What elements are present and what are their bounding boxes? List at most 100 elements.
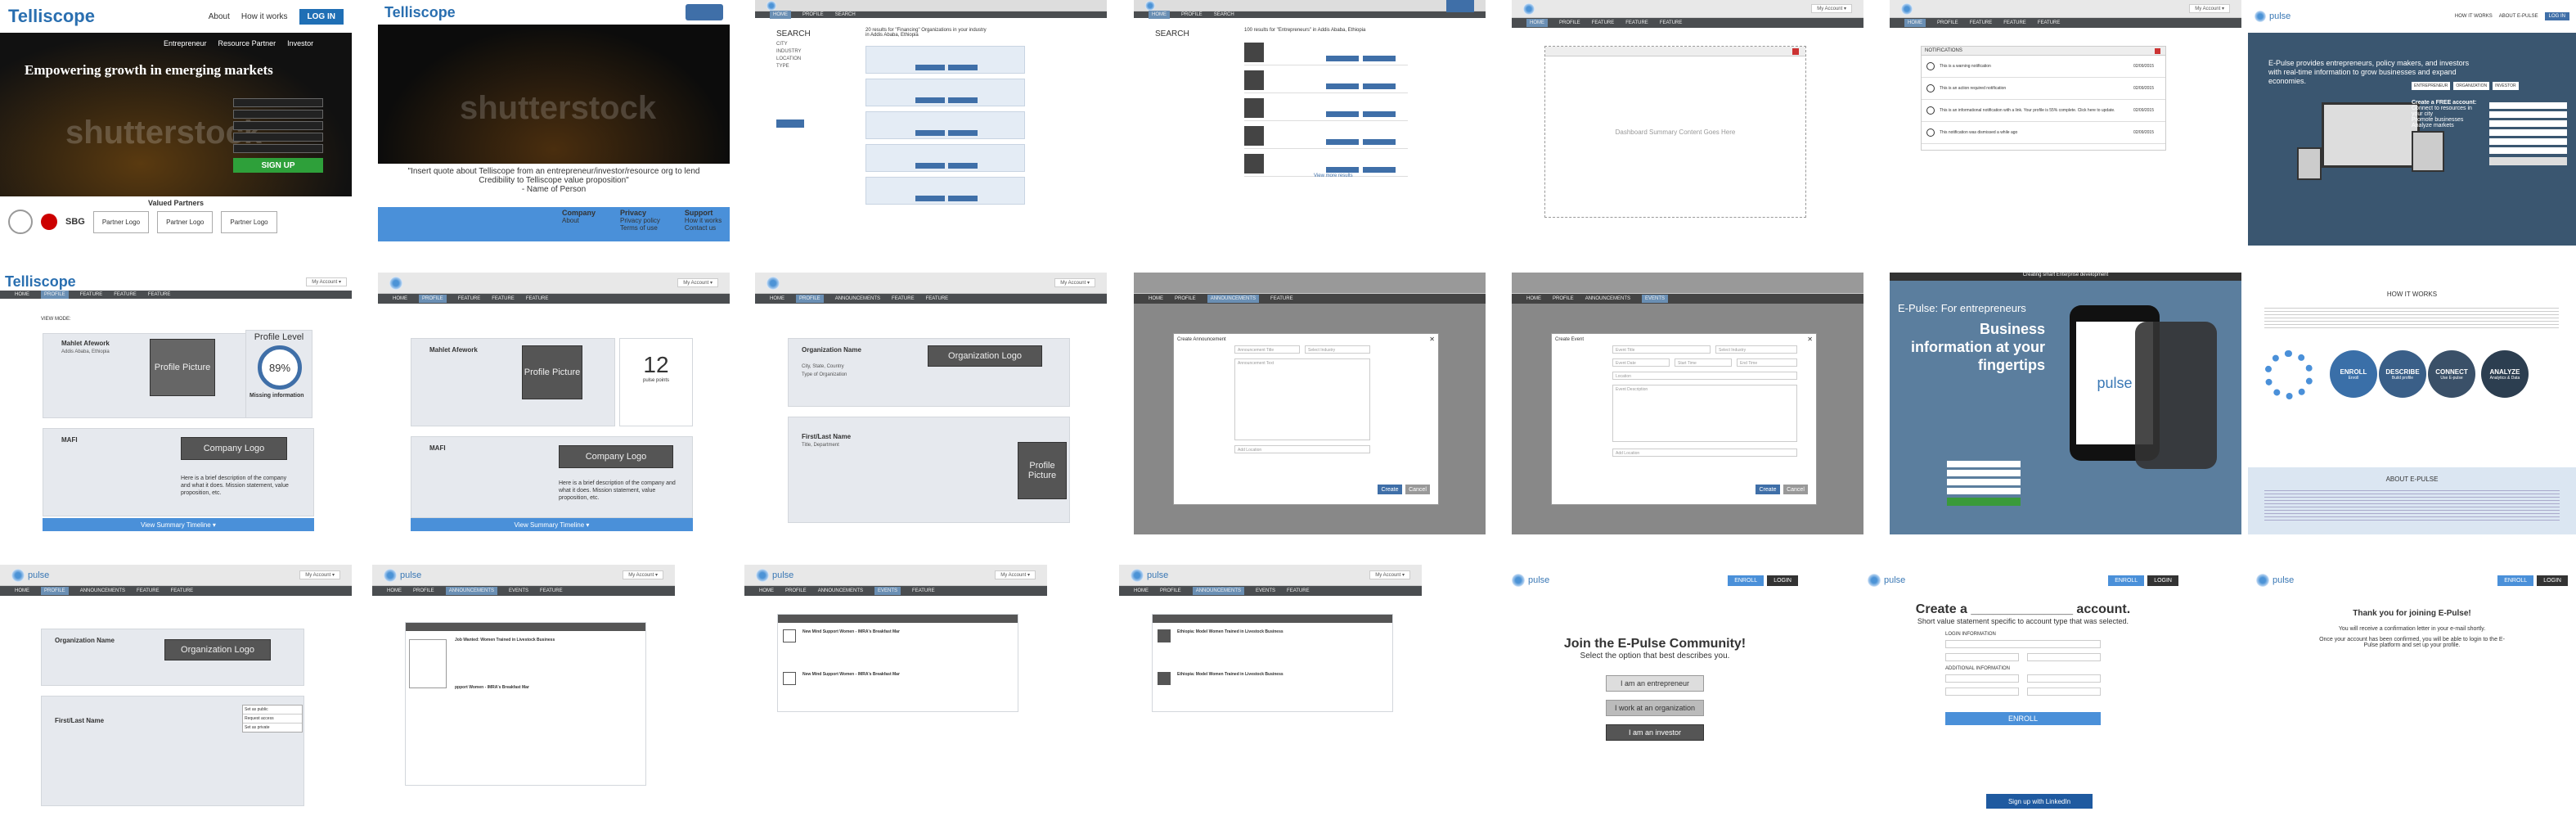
person-row[interactable] [1244,69,1408,93]
close-icon[interactable] [2155,48,2160,54]
end-time-input[interactable]: End Time [1737,358,1797,367]
timeline-button[interactable]: View Summary Timeline ▾ [43,518,314,531]
nav-item[interactable]: HOME [15,588,29,593]
nav-resource[interactable]: Resource Partner [218,39,276,47]
field-2[interactable] [2489,111,2567,118]
event-date-input[interactable]: Event Date [1612,358,1670,367]
notification-item[interactable]: This is an action required notification 0… [1922,78,2165,100]
login-button[interactable]: LOG IN [299,8,344,25]
event-1[interactable]: New Mind Support Women - IMRA's Breakfas… [802,629,900,634]
field-1[interactable] [2489,102,2567,109]
timeline-button[interactable]: View Summary Timeline ▾ [411,518,693,531]
add-location-input[interactable]: Add Location [1612,449,1797,457]
first-name-input[interactable] [1945,674,2019,683]
close-icon[interactable]: ✕ [1429,336,1435,343]
result-action[interactable] [915,97,945,103]
ann-1[interactable]: Ethiopia: Model Women Trained in Livesto… [1177,629,1284,634]
result-action[interactable] [915,196,945,201]
more-link[interactable]: View more results [1314,174,1353,178]
result-action[interactable] [948,130,978,136]
footer-privacy-policy[interactable]: Privacy policy [620,217,660,224]
create-button[interactable]: Create [1378,485,1402,494]
nav-item[interactable]: PROFILE [41,587,69,595]
ad-field-4[interactable] [1947,488,2021,494]
header-action[interactable] [1446,0,1474,12]
location-input[interactable]: Location [1612,372,1797,380]
role-organization[interactable]: ORGANIZATION [2453,82,2490,90]
connect-button[interactable] [1326,83,1359,89]
repeat-password-input[interactable] [2027,653,2101,661]
role-investor[interactable]: INVESTOR [2493,82,2519,90]
nav-item[interactable]: ANNOUNCEMENTS [80,588,125,593]
result-card[interactable] [865,79,1025,106]
create-button[interactable]: Create [1756,485,1780,494]
connect-button[interactable] [1326,56,1359,61]
nav-item[interactable]: FEATURE [137,588,160,593]
nav-item[interactable]: FEATURE [1660,20,1683,25]
account-menu[interactable]: My Account ▾ [623,570,663,579]
enroll-button[interactable]: ENROLL [1728,575,1765,586]
account-menu[interactable]: My Account ▾ [677,278,718,287]
account-menu[interactable]: My Account ▾ [299,570,340,579]
privacy-public[interactable]: Set as public [243,706,302,715]
footer-how[interactable]: How it works [685,217,722,224]
nav-how[interactable]: How it works [241,12,288,21]
event-title-input[interactable]: Event Title [1612,345,1711,354]
notification-item[interactable]: This is a warning notification 02/09/2015 [1922,56,2165,78]
header-button[interactable] [686,4,723,20]
result-card[interactable] [865,111,1025,139]
message-button[interactable] [1363,139,1396,145]
input-3[interactable] [233,121,323,130]
close-icon[interactable]: ✕ [1807,336,1813,343]
result-action[interactable] [948,196,978,201]
email-input[interactable] [1945,640,2101,648]
enroll-button[interactable]: ENROLL [2108,575,2145,586]
input-5[interactable] [233,144,323,153]
linkedin-button[interactable]: Sign up with LinkedIn [1986,794,2093,809]
login-button[interactable]: LOGIN [2537,575,2568,586]
phone-input[interactable] [1945,688,2019,696]
account-menu[interactable]: My Account ▾ [306,277,347,286]
location-input[interactable]: Add Location [1234,445,1370,453]
nav-how[interactable]: HOW IT WORKS [2455,14,2493,19]
start-time-input[interactable]: Start Time [1675,358,1732,367]
cancel-button[interactable]: Cancel [1405,485,1430,494]
ann-2[interactable]: Ethiopia: Model Women Trained in Livesto… [1177,672,1284,677]
nav-about[interactable]: ABOUT E-PULSE [2499,14,2538,19]
notification-item[interactable]: This notification was dismissed a while … [1922,122,2165,144]
input-1[interactable] [233,98,323,107]
privacy-private[interactable]: Set as private [243,724,302,732]
message-button[interactable] [1363,56,1396,61]
message-button[interactable] [1363,167,1396,173]
result-action[interactable] [915,163,945,169]
input-4[interactable] [233,133,323,142]
message-button[interactable] [1363,111,1396,117]
ad-field-3[interactable] [1947,479,2021,485]
ad-field-1[interactable] [1947,461,2021,467]
create-enroll-button[interactable]: ENROLL [1945,712,2101,725]
role-entrepreneur[interactable]: ENTREPRENEUR [2412,82,2451,90]
connect-button[interactable] [1326,111,1359,117]
footer-contact[interactable]: Contact us [685,224,722,232]
nav-item[interactable]: FEATURE [171,588,194,593]
account-menu[interactable]: My Account ▾ [2189,4,2230,13]
login-button[interactable]: LOGIN [1767,575,1798,586]
nav-item[interactable]: FEATURE [1592,20,1615,25]
option-investor[interactable]: I am an investor [1606,724,1704,741]
cancel-button[interactable]: Cancel [1783,485,1808,494]
field-6[interactable] [2489,147,2567,154]
result-action[interactable] [948,163,978,169]
field-3[interactable] [2489,120,2567,127]
option-organization[interactable]: I work at an organization [1606,700,1704,716]
nav-item[interactable]: FEATURE [1625,20,1648,25]
announcement-text-input[interactable]: Announcement Text [1234,358,1370,440]
field-5[interactable] [2489,138,2567,145]
field-4[interactable] [2489,129,2567,136]
account-menu[interactable]: My Account ▾ [1054,278,1095,287]
ad-signup[interactable] [1947,498,2021,506]
nav-entrepreneur[interactable]: Entrepreneur [164,39,207,47]
event-description-input[interactable]: Event Description [1612,385,1797,442]
password-input[interactable] [1945,653,2019,661]
option-entrepreneur[interactable]: I am an entrepreneur [1606,675,1704,692]
ann-title-1[interactable]: Job Wanted: Women Trained in Livestock B… [455,638,555,642]
